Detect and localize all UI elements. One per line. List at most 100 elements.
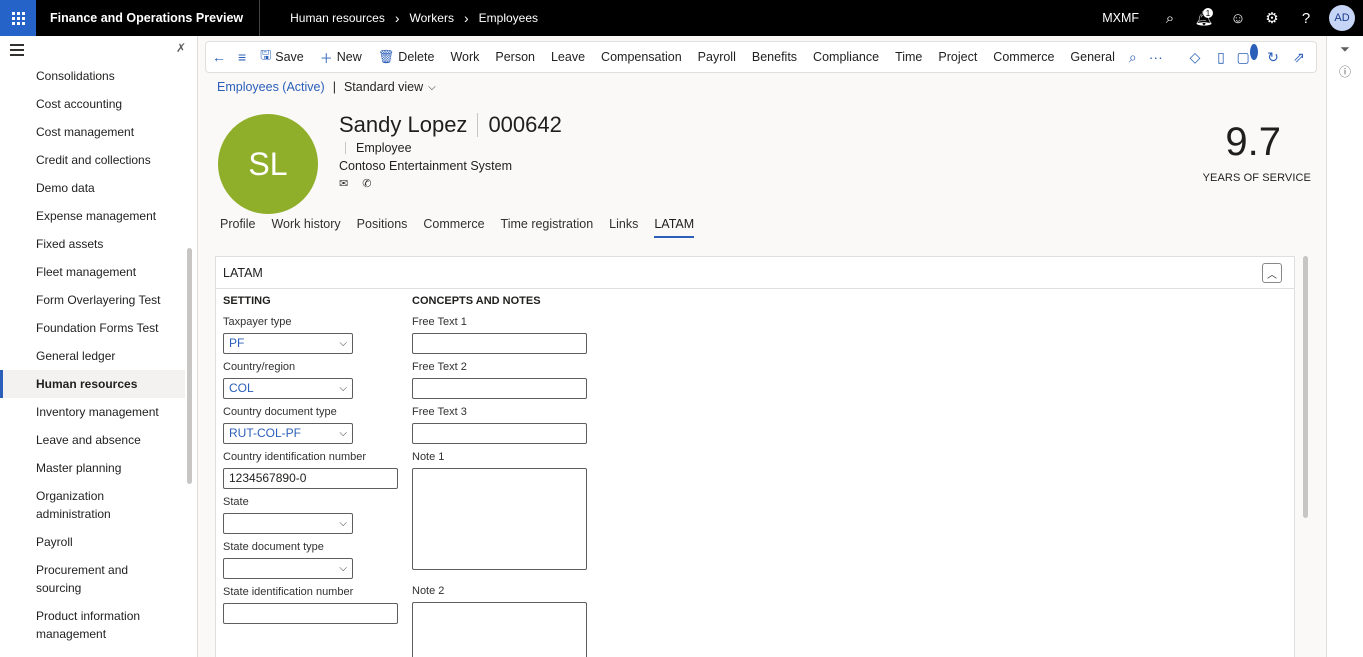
delete-button[interactable]: 🗑︎ Delete — [370, 42, 443, 72]
sidebar-item-procurement-and-sourcing[interactable]: Procurement and sourcing — [0, 556, 185, 602]
menu-benefits[interactable]: Benefits — [744, 42, 805, 72]
menu-leave[interactable]: Leave — [543, 42, 593, 72]
notifications-button[interactable]: 🔔︎ 1 — [1187, 0, 1221, 36]
sidebar-item-leave-and-absence[interactable]: Leave and absence — [0, 426, 185, 454]
menu-person[interactable]: Person — [487, 42, 543, 72]
phone-icon[interactable]: ✆ — [362, 177, 371, 190]
free-text-1-input[interactable] — [412, 333, 587, 354]
sidebar-item-consolidations[interactable]: Consolidations — [0, 62, 185, 90]
collapse-button[interactable]: ︿ — [1262, 263, 1282, 283]
navigation-pane: ✗ Consolidations Cost accounting Cost ma… — [0, 36, 198, 657]
action-search-button[interactable]: ⌕ — [1123, 42, 1143, 72]
refresh-icon[interactable]: ↻ — [1262, 49, 1284, 66]
back-button[interactable]: ← — [206, 42, 232, 72]
sidebar-item-expense-management[interactable]: Expense management — [0, 202, 185, 230]
tab-profile[interactable]: Profile — [220, 217, 255, 238]
concepts-group: CONCEPTS AND NOTES Free Text 1 Free Text… — [412, 295, 587, 657]
open-new-window-icon[interactable]: ⇗ — [1288, 49, 1310, 66]
new-button[interactable]: ＋ New — [312, 42, 370, 72]
office-icon[interactable]: ▯ — [1210, 49, 1232, 66]
tab-latam[interactable]: LATAM — [654, 217, 695, 238]
chevron-down-icon: ⌵ — [339, 563, 347, 574]
country-identification-number-input[interactable]: 1234567890-0 — [223, 468, 398, 489]
sidebar-item-form-overlayering-test[interactable]: Form Overlayering Test — [0, 286, 185, 314]
sidebar-item-cost-accounting[interactable]: Cost accounting — [0, 90, 185, 118]
search-button[interactable]: ⌕ — [1153, 0, 1187, 36]
attachments-count: 0 — [1249, 43, 1258, 60]
feedback-button[interactable]: ☺ — [1221, 0, 1255, 36]
menu-work[interactable]: Work — [442, 42, 487, 72]
tab-positions[interactable]: Positions — [357, 217, 408, 238]
sidebar-item-master-planning[interactable]: Master planning — [0, 454, 185, 482]
note-1-textarea[interactable] — [412, 468, 587, 570]
sidebar-item-inventory-management[interactable]: Inventory management — [0, 398, 185, 426]
app-title[interactable]: Finance and Operations Preview — [36, 0, 261, 36]
country-region-select[interactable]: COL ⌵ — [223, 378, 353, 399]
sidebar-item-organization-administration[interactable]: Organization administration — [0, 482, 185, 528]
tab-strip: Profile Work history Positions Commerce … — [220, 217, 710, 238]
list-toggle-button[interactable]: ≡ — [232, 42, 252, 72]
state-select[interactable]: ⌵ — [223, 513, 353, 534]
info-icon[interactable]: ⓘ — [1327, 63, 1363, 80]
chevron-down-icon: ⌵ — [339, 518, 347, 529]
menu-compliance[interactable]: Compliance — [805, 42, 887, 72]
tab-time-registration[interactable]: Time registration — [501, 217, 594, 238]
sidebar-item-human-resources[interactable]: Human resources — [0, 370, 185, 398]
save-icon: 🖫 — [260, 47, 272, 62]
menu-commerce[interactable]: Commerce — [985, 42, 1062, 72]
power-apps-icon[interactable]: ◇ — [1184, 49, 1206, 66]
chevron-down-icon: ⌵ — [339, 338, 347, 349]
settings-button[interactable]: ⚙ — [1255, 0, 1289, 36]
breadcrumb-employees[interactable]: Employees — [479, 11, 538, 25]
sidebar-item-cost-management[interactable]: Cost management — [0, 118, 185, 146]
sidebar-scrollbar[interactable] — [187, 248, 192, 484]
country-document-type-select[interactable]: RUT-COL-PF ⌵ — [223, 423, 353, 444]
view-name-dropdown[interactable]: Standard view — [344, 80, 423, 94]
content-scrollbar[interactable] — [1303, 256, 1308, 518]
unpin-icon[interactable]: ✗ — [176, 41, 186, 55]
taxpayer-type-select[interactable]: PF ⌵ — [223, 333, 353, 354]
sidebar-item-payroll[interactable]: Payroll — [0, 528, 185, 556]
more-options-button[interactable]: ··· — [1143, 42, 1169, 72]
tab-work-history[interactable]: Work history — [271, 217, 340, 238]
sidebar-item-fixed-assets[interactable]: Fixed assets — [0, 230, 185, 258]
state-document-type-select[interactable]: ⌵ — [223, 558, 353, 579]
hamburger-menu-icon[interactable] — [10, 44, 24, 59]
list-page-link[interactable]: Employees (Active) — [217, 80, 325, 94]
free-text-3-input[interactable] — [412, 423, 587, 444]
menu-general[interactable]: General — [1062, 42, 1122, 72]
tab-commerce[interactable]: Commerce — [423, 217, 484, 238]
action-pane: ← ≡ 🖫 Save ＋ New 🗑︎ Delete Work Person Leav… — [205, 41, 1317, 73]
sidebar-item-demo-data[interactable]: Demo data — [0, 174, 185, 202]
sidebar-item-credit-and-collections[interactable]: Credit and collections — [0, 146, 185, 174]
tab-links[interactable]: Links — [609, 217, 638, 238]
attachments-icon[interactable]: ▢0 — [1236, 43, 1258, 66]
menu-payroll[interactable]: Payroll — [690, 42, 744, 72]
state-document-type-label: State document type — [223, 541, 324, 553]
waffle-icon — [11, 11, 25, 25]
breadcrumb-human-resources[interactable]: Human resources — [290, 11, 385, 25]
right-rail: ⏷ ⓘ — [1326, 36, 1363, 657]
user-avatar[interactable]: AD — [1329, 5, 1355, 31]
note-2-textarea[interactable] — [412, 602, 587, 657]
breadcrumb-workers[interactable]: Workers — [410, 11, 454, 25]
state-identification-number-input[interactable] — [223, 603, 398, 624]
help-button[interactable]: ? — [1289, 0, 1323, 36]
sidebar-item-general-ledger[interactable]: General ledger — [0, 342, 185, 370]
app-launcher-button[interactable] — [0, 0, 36, 36]
sidebar-item-foundation-forms-test[interactable]: Foundation Forms Test — [0, 314, 185, 342]
country-region-value: COL — [229, 381, 254, 395]
latam-header[interactable]: LATAM — [216, 257, 1294, 289]
menu-time[interactable]: Time — [887, 42, 930, 72]
filter-icon[interactable]: ⏷ — [1327, 42, 1363, 57]
sidebar-item-product-information-management[interactable]: Product information management — [0, 602, 185, 648]
save-button[interactable]: 🖫 Save — [252, 42, 312, 72]
notification-count: 1 — [1203, 8, 1213, 18]
sidebar-item-fleet-management[interactable]: Fleet management — [0, 258, 185, 286]
free-text-2-input[interactable] — [412, 378, 587, 399]
email-icon[interactable]: ✉ — [339, 177, 348, 190]
menu-project[interactable]: Project — [930, 42, 985, 72]
company-picker[interactable]: MXMF — [1102, 11, 1139, 25]
menu-compensation[interactable]: Compensation — [593, 42, 690, 72]
chevron-down-icon[interactable]: ⌵ — [428, 82, 436, 93]
